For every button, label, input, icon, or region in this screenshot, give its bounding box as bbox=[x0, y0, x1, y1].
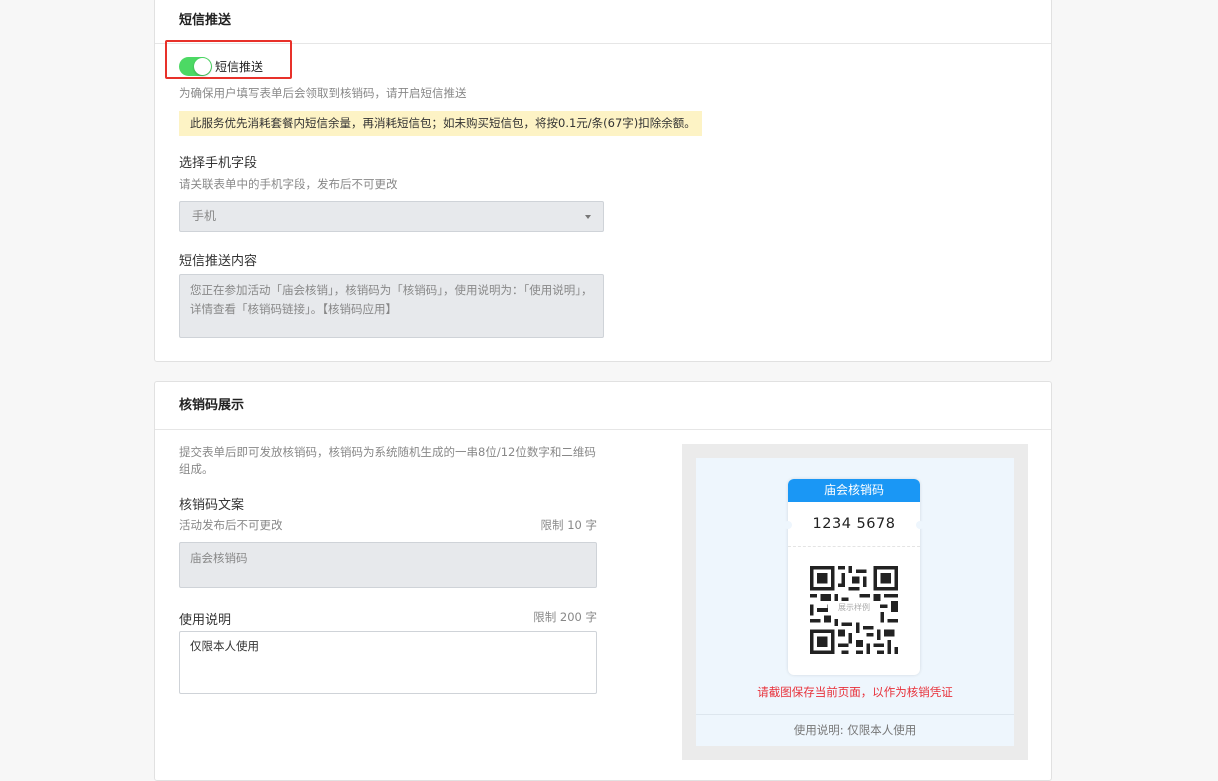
phone-field-select[interactable]: 手机 bbox=[179, 201, 604, 232]
ticket-preview: 庙会核销码 1234 5678 展示样例 请截图保存当前页面，以作为核销凭证 使… bbox=[696, 458, 1014, 746]
ticket-notch-left bbox=[784, 521, 792, 529]
instructions-limit: 限制 200 字 bbox=[533, 610, 597, 624]
preview-instructions-footer: 使用说明: 仅限本人使用 bbox=[696, 714, 1014, 746]
ticket-card: 庙会核销码 1234 5678 展示样例 bbox=[788, 479, 920, 675]
code-copy-label: 核销码文案 bbox=[179, 498, 245, 513]
sms-push-toggle-label: 短信推送 bbox=[215, 60, 264, 74]
sms-push-toggle[interactable] bbox=[179, 57, 212, 76]
sms-content-textarea[interactable]: 您正在参加活动「庙会核销」，核销码为「核销码」，使用说明为：「使用说明」，详情查… bbox=[179, 274, 604, 338]
qr-code-icon: 展示样例 bbox=[810, 566, 898, 654]
ticket-code: 1234 5678 bbox=[812, 516, 896, 532]
sms-billing-notice: 此服务优先消耗套餐内短信余量，再消耗短信包；如未购买短信包，将按0.1元/条(6… bbox=[179, 111, 702, 136]
ticket-preview-panel: 庙会核销码 1234 5678 展示样例 请截图保存当前页面，以作为核销凭证 使… bbox=[682, 444, 1028, 760]
ticket-title: 庙会核销码 bbox=[788, 479, 920, 502]
code-copy-input[interactable]: 庙会核销码 bbox=[179, 542, 597, 588]
phone-field-label: 选择手机字段 bbox=[179, 156, 258, 171]
toggle-knob bbox=[194, 58, 211, 75]
phone-field-hint: 请关联表单中的手机字段，发布后不可更改 bbox=[179, 177, 398, 191]
instructions-label: 使用说明 bbox=[179, 613, 232, 628]
qr-sample-tag: 展示样例 bbox=[828, 601, 880, 615]
code-display-description: 提交表单后即可发放核销码，核销码为系统随机生成的一串8位/12位数字和二维码组成… bbox=[179, 445, 596, 476]
code-display-card: 核销码展示 提交表单后即可发放核销码，核销码为系统随机生成的一串8位/12位数字… bbox=[154, 381, 1052, 781]
sms-push-description: 为确保用户填写表单后会领取到核销码，请开启短信推送 bbox=[179, 86, 467, 100]
ticket-notch-right bbox=[916, 521, 924, 529]
code-display-title: 核销码展示 bbox=[155, 382, 1051, 430]
chevron-down-icon bbox=[585, 215, 591, 219]
instructions-textarea[interactable]: 仅限本人使用 bbox=[179, 631, 597, 694]
ticket-divider bbox=[788, 546, 920, 547]
code-copy-hint: 活动发布后不可更改 bbox=[179, 518, 283, 532]
sms-push-card: 短信推送 短信推送 为确保用户填写表单后会领取到核销码，请开启短信推送 此服务优… bbox=[154, 0, 1052, 362]
sms-push-title: 短信推送 bbox=[155, 0, 1051, 44]
sms-content-label: 短信推送内容 bbox=[179, 254, 258, 269]
phone-field-value: 手机 bbox=[192, 209, 217, 223]
save-screenshot-note: 请截图保存当前页面，以作为核销凭证 bbox=[757, 685, 953, 699]
code-copy-limit: 限制 10 字 bbox=[540, 518, 597, 532]
